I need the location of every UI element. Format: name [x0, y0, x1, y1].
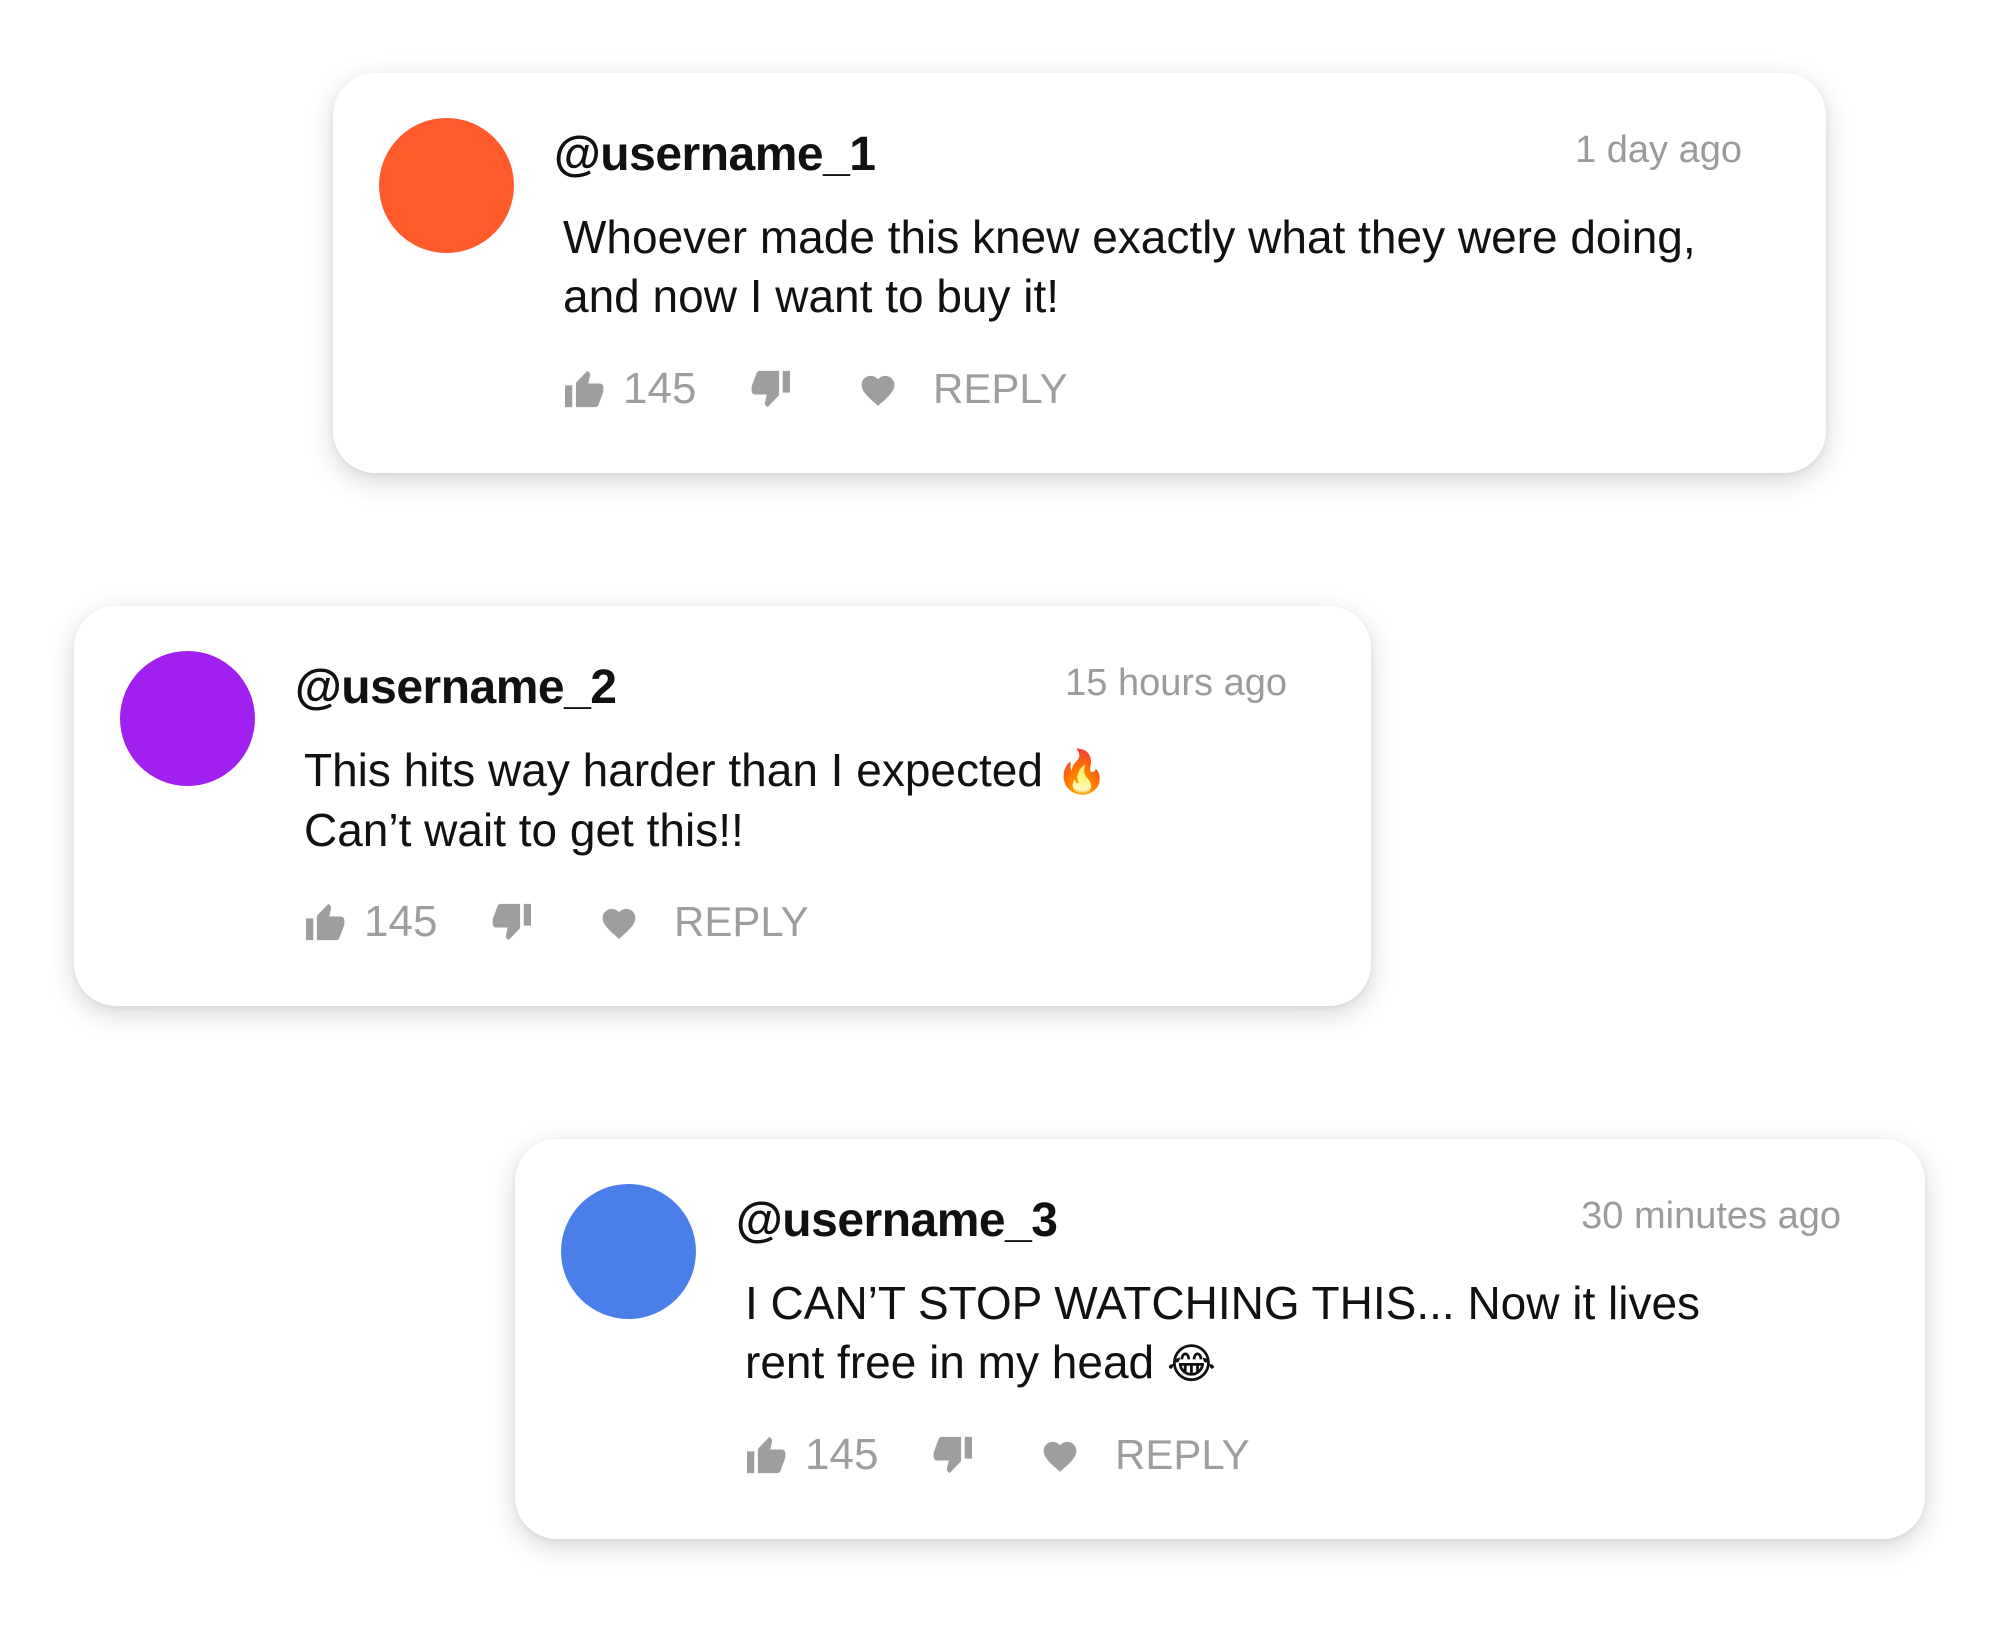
comment-timestamp: 15 hours ago — [1065, 662, 1287, 704]
heart-icon[interactable] — [599, 904, 639, 940]
comment-actions: 145 REPLY — [563, 363, 1263, 415]
thumbs-down-icon[interactable] — [930, 1435, 974, 1475]
comment-username[interactable]: @username_3 — [736, 1193, 1058, 1248]
heart-button[interactable] — [1040, 1429, 1080, 1481]
like-button[interactable] — [745, 1429, 789, 1481]
thumbs-down-icon[interactable] — [748, 369, 792, 409]
dislike-button[interactable] — [489, 896, 533, 948]
like-button[interactable] — [304, 896, 348, 948]
like-count: 145 — [623, 364, 697, 413]
comment-actions: 145 REPLY — [745, 1429, 1445, 1481]
comment-text-body: I CAN’T STOP WATCHING THIS... Now it liv… — [745, 1277, 1701, 1388]
reply-button[interactable]: REPLY — [933, 363, 1068, 415]
fire-emoji: 🔥 — [1055, 747, 1109, 796]
thumbs-up-icon[interactable] — [745, 1435, 789, 1475]
dislike-button[interactable] — [748, 363, 792, 415]
reply-button[interactable]: REPLY — [1115, 1429, 1250, 1481]
thumbs-up-icon[interactable] — [304, 902, 348, 942]
dislike-button[interactable] — [930, 1429, 974, 1481]
comment-timestamp: 1 day ago — [1575, 129, 1742, 171]
comment-actions: 145 REPLY — [304, 896, 1004, 948]
avatar[interactable] — [561, 1184, 696, 1319]
like-count: 145 — [805, 1430, 879, 1479]
comment-text: This hits way harder than I expected 🔥 C… — [304, 741, 1108, 860]
heart-button[interactable] — [599, 896, 639, 948]
thumbs-down-icon[interactable] — [489, 902, 533, 942]
comment-text: I CAN’T STOP WATCHING THIS... Now it liv… — [745, 1274, 1700, 1393]
comment-text-continuation: Can’t wait to get this!! — [304, 804, 744, 856]
comment-card: @username_1 1 day ago Whoever made this … — [333, 73, 1826, 473]
avatar[interactable] — [379, 118, 514, 253]
heart-icon[interactable] — [858, 371, 898, 407]
comment-card: @username_3 30 minutes ago I CAN’T STOP … — [515, 1139, 1925, 1539]
comment-username[interactable]: @username_1 — [554, 127, 876, 182]
like-button[interactable] — [563, 363, 607, 415]
reply-button[interactable]: REPLY — [674, 896, 809, 948]
avatar[interactable] — [120, 651, 255, 786]
heart-icon[interactable] — [1040, 1437, 1080, 1473]
comment-username[interactable]: @username_2 — [295, 660, 617, 715]
comment-text: Whoever made this knew exactly what they… — [563, 208, 1696, 326]
like-count: 145 — [364, 897, 438, 946]
comment-card: @username_2 15 hours ago This hits way h… — [74, 606, 1371, 1006]
thumbs-up-icon[interactable] — [563, 369, 607, 409]
comment-timestamp: 30 minutes ago — [1581, 1195, 1841, 1237]
laughing-emoji: 😂 — [1166, 1339, 1216, 1388]
heart-button[interactable] — [858, 363, 898, 415]
comment-text-body: Whoever made this knew exactly what they… — [563, 211, 1696, 322]
comment-text-body: This hits way harder than I expected — [304, 744, 1056, 796]
